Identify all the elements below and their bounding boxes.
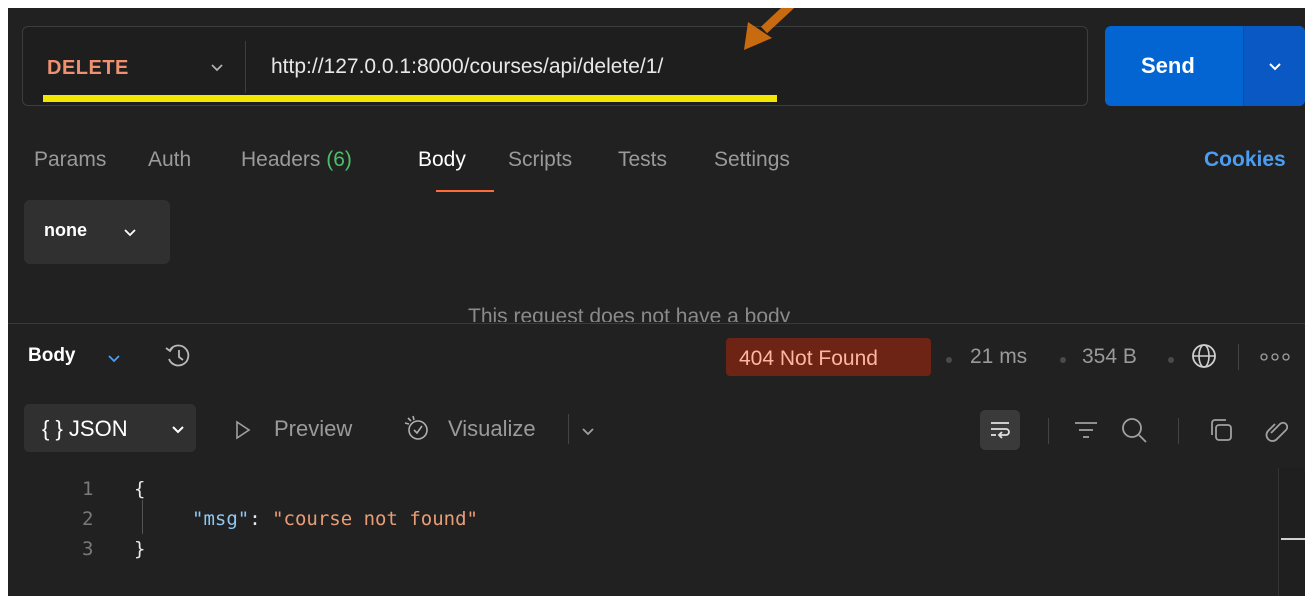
response-time[interactable]: 21 ms bbox=[970, 345, 1027, 369]
json-colon: : bbox=[249, 508, 273, 530]
divider bbox=[568, 414, 569, 444]
body-type-select[interactable]: none bbox=[24, 200, 170, 264]
filter-icon[interactable] bbox=[1072, 416, 1100, 444]
cookies-link[interactable]: Cookies bbox=[1204, 148, 1286, 172]
line-number: 3 bbox=[82, 538, 94, 560]
tab-headers[interactable]: Headers (6) bbox=[241, 148, 352, 172]
history-icon[interactable] bbox=[162, 340, 194, 372]
send-button[interactable]: Send bbox=[1105, 26, 1305, 106]
pane-resize-handle[interactable] bbox=[8, 323, 1305, 324]
scroll-position-marker bbox=[1281, 538, 1305, 540]
response-size[interactable]: 354 B bbox=[1082, 345, 1137, 369]
send-label: Send bbox=[1141, 53, 1195, 78]
response-section-label[interactable]: Body bbox=[28, 345, 76, 367]
separator-dot bbox=[1168, 357, 1174, 363]
visualize-icon[interactable] bbox=[403, 414, 433, 444]
response-body-code[interactable]: 1 { 2 "msg": "course not found" 3 } bbox=[8, 470, 1278, 590]
chevron-down-icon[interactable] bbox=[580, 422, 596, 440]
indent-guide bbox=[142, 500, 143, 534]
line-number: 1 bbox=[82, 478, 94, 500]
link-icon[interactable] bbox=[1258, 414, 1290, 446]
arrow-annotation bbox=[744, 8, 795, 50]
url-divider bbox=[245, 41, 246, 93]
send-options-button[interactable] bbox=[1243, 26, 1305, 106]
search-icon[interactable] bbox=[1118, 414, 1150, 446]
request-url-bar: DELETE http://127.0.0.1:8000/courses/api… bbox=[22, 26, 1088, 106]
more-icon[interactable] bbox=[1258, 351, 1292, 363]
json-value: "course not found" bbox=[272, 508, 478, 530]
wrap-icon bbox=[991, 422, 1010, 439]
copy-icon[interactable] bbox=[1206, 415, 1236, 445]
divider bbox=[1238, 344, 1239, 370]
format-label: { } JSON bbox=[42, 416, 128, 441]
url-input[interactable]: http://127.0.0.1:8000/courses/api/delete… bbox=[271, 55, 663, 79]
divider bbox=[1178, 418, 1179, 444]
code-line: } bbox=[134, 538, 146, 560]
yellow-highlight-annotation bbox=[43, 95, 777, 102]
separator-dot bbox=[946, 357, 952, 363]
chevron-down-icon bbox=[172, 426, 184, 434]
chevron-down-icon bbox=[124, 229, 136, 237]
body-type-label: none bbox=[44, 220, 87, 240]
method-select[interactable]: DELETE bbox=[47, 57, 129, 80]
tab-settings[interactable]: Settings bbox=[714, 148, 790, 172]
separator-dot bbox=[1060, 357, 1066, 363]
wrap-lines-button[interactable] bbox=[980, 410, 1020, 450]
globe-icon[interactable] bbox=[1188, 340, 1220, 372]
tab-body[interactable]: Body bbox=[418, 148, 466, 172]
tab-scripts[interactable]: Scripts bbox=[508, 148, 572, 172]
chevron-down-icon[interactable] bbox=[106, 348, 122, 368]
tab-headers-label: Headers bbox=[241, 148, 321, 171]
status-badge[interactable]: 404 Not Found bbox=[726, 338, 931, 376]
tab-auth[interactable]: Auth bbox=[148, 148, 191, 172]
minimap-scrollbar[interactable] bbox=[1278, 468, 1305, 596]
chevron-down-icon[interactable] bbox=[209, 57, 225, 77]
response-format-select[interactable]: { } JSON bbox=[24, 404, 196, 452]
no-body-message: This request does not have a body bbox=[468, 305, 791, 322]
preview-button[interactable]: Preview bbox=[274, 416, 352, 442]
active-tab-indicator bbox=[436, 190, 494, 192]
postman-window: DELETE http://127.0.0.1:8000/courses/api… bbox=[8, 8, 1305, 596]
divider bbox=[1048, 418, 1049, 444]
json-key: "msg" bbox=[192, 508, 250, 530]
line-number: 2 bbox=[82, 508, 94, 530]
visualize-button[interactable]: Visualize bbox=[448, 416, 536, 442]
tab-tests[interactable]: Tests bbox=[618, 148, 667, 172]
chevron-down-icon bbox=[1269, 63, 1281, 71]
code-line: { bbox=[134, 478, 146, 500]
headers-count: (6) bbox=[326, 148, 352, 171]
code-line: "msg": "course not found" bbox=[192, 508, 478, 530]
status-text: 404 Not Found bbox=[739, 347, 878, 370]
preview-icon[interactable] bbox=[234, 419, 252, 441]
tab-params[interactable]: Params bbox=[34, 148, 106, 172]
